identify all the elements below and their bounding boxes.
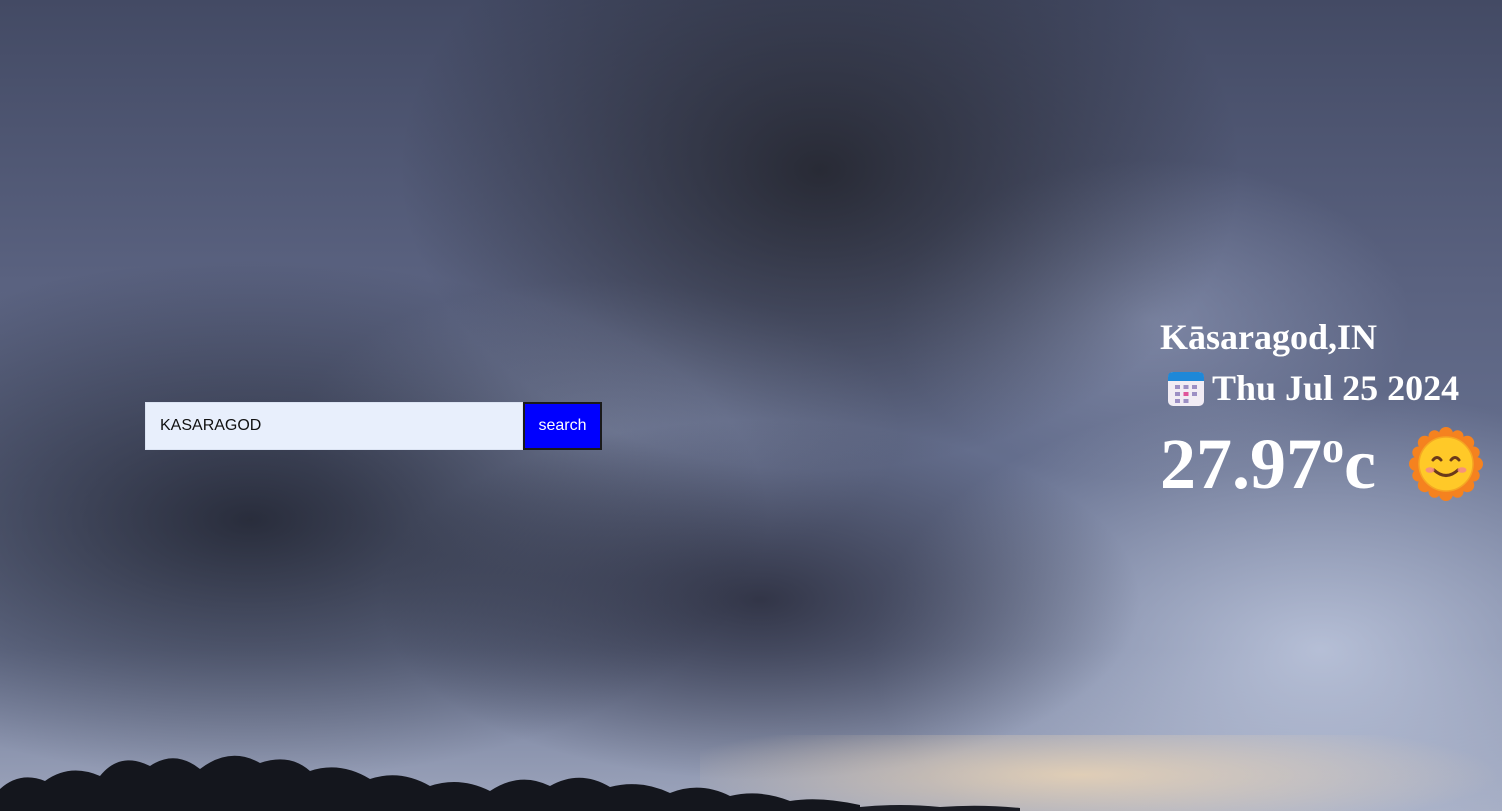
search-bar: search [145, 402, 602, 450]
date-row: Thu Jul 25 2024 [1160, 366, 1502, 410]
search-button[interactable]: search [523, 402, 602, 450]
temperature-unit: oc [1322, 422, 1376, 506]
degree-symbol: o [1322, 423, 1344, 472]
calendar-icon [1168, 372, 1204, 406]
smiling-sun-icon [1408, 427, 1483, 501]
temperature-row: 27.97 oc [1160, 422, 1502, 506]
unit-letter: c [1344, 424, 1376, 504]
temperature-value: 27.97 [1160, 424, 1322, 504]
city-search-input[interactable] [145, 402, 523, 450]
current-date: Thu Jul 25 2024 [1212, 368, 1460, 408]
tree-silhouette [0, 755, 1020, 811]
city-name: Kāsaragod,IN [1160, 317, 1378, 357]
weather-panel: Kāsaragod,IN Thu Jul 25 2024 27.97 oc [1160, 314, 1502, 506]
